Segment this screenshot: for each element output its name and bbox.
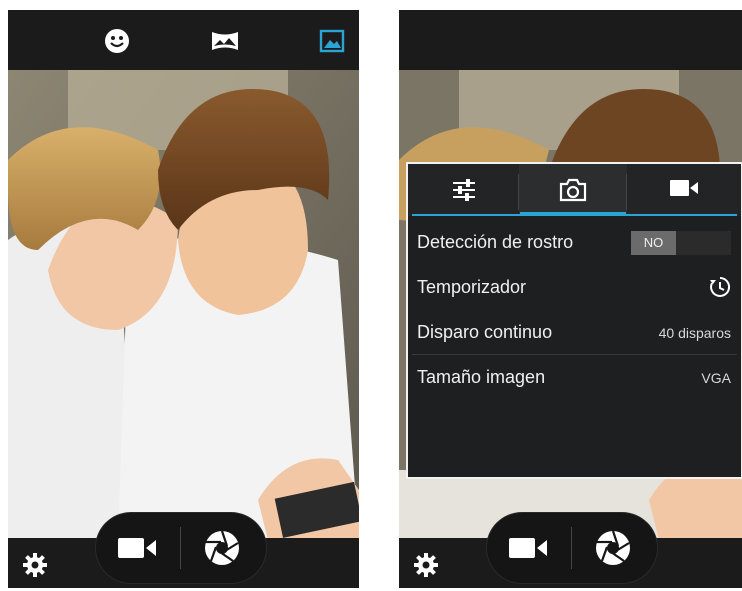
face-detection-icon[interactable]: [104, 28, 130, 54]
setting-label: Disparo continuo: [417, 322, 553, 342]
setting-label: Temporizador: [417, 277, 527, 297]
timer-icon: [709, 276, 731, 298]
tab-video-settings[interactable]: [627, 164, 741, 216]
capture-controls: [96, 513, 266, 583]
settings-tabs: [408, 164, 741, 216]
camera-screen-left: [8, 10, 359, 588]
camera-top-bar: [399, 10, 742, 70]
setting-burst-mode[interactable]: Disparo continuo 40 disparos: [408, 310, 741, 355]
setting-label: Tamaño imagen: [417, 367, 546, 387]
divider: [180, 527, 181, 569]
settings-panel: Detección de rostro NO Temporizador Disp…: [406, 162, 742, 479]
setting-label: Detección de rostro: [417, 232, 574, 252]
setting-value: VGA: [701, 370, 731, 386]
active-tab-indicator: [520, 212, 626, 216]
camera-screen-right: Detección de rostro NO Temporizador Disp…: [399, 10, 742, 588]
panorama-icon[interactable]: [210, 28, 240, 54]
gallery-icon[interactable]: [319, 28, 345, 54]
setting-image-size[interactable]: Tamaño imagen VGA: [408, 355, 741, 400]
shutter-icon[interactable]: [203, 529, 241, 567]
setting-face-detection[interactable]: Detección de rostro NO: [408, 220, 741, 265]
video-camera-icon[interactable]: [507, 535, 549, 561]
shutter-icon[interactable]: [594, 529, 632, 567]
gear-icon[interactable]: [413, 552, 439, 578]
camera-preview[interactable]: [8, 70, 359, 540]
video-camera-icon[interactable]: [116, 535, 158, 561]
tab-general-settings[interactable]: [408, 164, 519, 216]
gear-icon[interactable]: [22, 552, 48, 578]
divider: [571, 527, 572, 569]
setting-timer[interactable]: Temporizador: [408, 265, 741, 310]
toggle-state: NO: [631, 231, 676, 255]
capture-controls: [487, 513, 657, 583]
video-camera-icon: [670, 180, 698, 196]
camera-top-bar: [8, 10, 359, 70]
tab-camera-settings[interactable]: [519, 164, 627, 216]
sliders-icon: [452, 179, 475, 201]
camera-icon: [559, 178, 587, 202]
face-detection-toggle[interactable]: NO: [631, 231, 731, 255]
setting-value: 40 disparos: [658, 325, 731, 341]
